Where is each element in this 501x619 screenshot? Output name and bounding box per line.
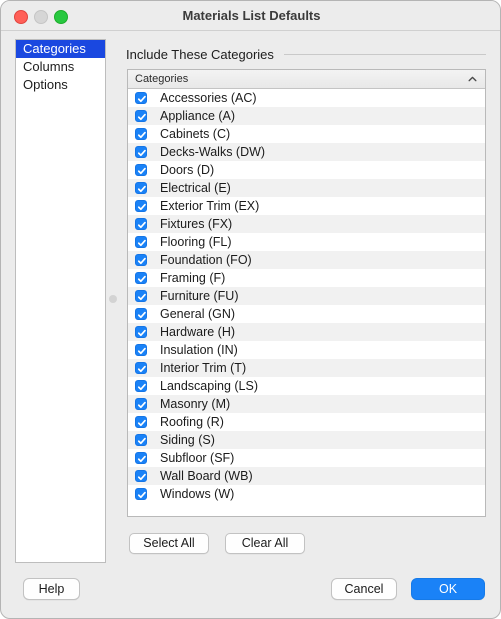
table-row-label: Flooring (FL) — [160, 235, 232, 249]
cancel-button[interactable]: Cancel — [331, 578, 397, 600]
materials-list-defaults-dialog: Materials List Defaults Categories Colum… — [0, 0, 501, 619]
table-row[interactable]: Doors (D) — [128, 161, 485, 179]
table-row[interactable]: Accessories (AC) — [128, 89, 485, 107]
checkbox-checked-icon[interactable] — [135, 92, 147, 104]
table-row-label: Decks-Walks (DW) — [160, 145, 266, 159]
table-row-label: Electrical (E) — [160, 181, 231, 195]
checkbox-checked-icon[interactable] — [135, 272, 147, 284]
table-row-label: Doors (D) — [160, 163, 215, 177]
table-row-label: Furniture (FU) — [160, 289, 239, 303]
table-row[interactable]: Landscaping (LS) — [128, 377, 485, 395]
table-row[interactable]: Framing (F) — [128, 269, 485, 287]
table-row[interactable]: Furniture (FU) — [128, 287, 485, 305]
table-row[interactable]: Appliance (A) — [128, 107, 485, 125]
group-heading: Include These Categories — [126, 45, 486, 63]
checkbox-checked-icon[interactable] — [135, 236, 147, 248]
table-row-label: Cabinets (C) — [160, 127, 231, 141]
table-row[interactable]: Masonry (M) — [128, 395, 485, 413]
table-row-label: Subfloor (SF) — [160, 451, 235, 465]
sidebar-item-categories[interactable]: Categories — [16, 40, 105, 58]
table-row-label: Insulation (IN) — [160, 343, 238, 357]
sidebar-item-columns[interactable]: Columns — [16, 58, 105, 76]
table-row-label: Hardware (H) — [160, 325, 236, 339]
table-row[interactable]: Insulation (IN) — [128, 341, 485, 359]
checkbox-checked-icon[interactable] — [135, 344, 147, 356]
select-all-button[interactable]: Select All — [129, 533, 209, 554]
table-row[interactable]: General (GN) — [128, 305, 485, 323]
checkbox-checked-icon[interactable] — [135, 110, 147, 122]
checkbox-checked-icon[interactable] — [135, 308, 147, 320]
table-row-label: Exterior Trim (EX) — [160, 199, 260, 213]
sidebar-item-label: Options — [23, 77, 68, 92]
checkbox-checked-icon[interactable] — [135, 146, 147, 158]
table-row[interactable]: Foundation (FO) — [128, 251, 485, 269]
sidebar-item-options[interactable]: Options — [16, 76, 105, 94]
table-row[interactable]: Roofing (R) — [128, 413, 485, 431]
table-row-label: Roofing (R) — [160, 415, 224, 429]
table-row[interactable]: Electrical (E) — [128, 179, 485, 197]
column-header-categories[interactable]: Categories — [128, 73, 188, 85]
checkbox-checked-icon[interactable] — [135, 218, 147, 230]
table-row[interactable]: Hardware (H) — [128, 323, 485, 341]
checkbox-checked-icon[interactable] — [135, 254, 147, 266]
table-row[interactable]: Decks-Walks (DW) — [128, 143, 485, 161]
categories-table[interactable]: Categories Accessories (AC) Appliance (A)… — [127, 69, 486, 517]
table-row-label: Appliance (A) — [160, 109, 236, 123]
checkbox-checked-icon[interactable] — [135, 182, 147, 194]
group-heading-rule — [283, 54, 486, 55]
clear-all-button[interactable]: Clear All — [225, 533, 305, 554]
table-row-label: Wall Board (WB) — [160, 469, 253, 483]
table-row[interactable]: Interior Trim (T) — [128, 359, 485, 377]
group-heading-label: Include These Categories — [126, 46, 274, 62]
checkbox-checked-icon[interactable] — [135, 398, 147, 410]
chevron-up-icon[interactable] — [468, 75, 477, 84]
window-title: Materials List Defaults — [182, 8, 321, 23]
table-row[interactable]: Exterior Trim (EX) — [128, 197, 485, 215]
title-bar: Materials List Defaults — [1, 1, 500, 31]
checkbox-checked-icon[interactable] — [135, 290, 147, 302]
table-row-label: Siding (S) — [160, 433, 215, 447]
sidebar-item-label: Categories — [23, 41, 86, 56]
table-row-label: Windows (W) — [160, 487, 235, 501]
sidebar-item-label: Columns — [23, 59, 75, 74]
table-row[interactable]: Siding (S) — [128, 431, 485, 449]
table-row[interactable]: Cabinets (C) — [128, 125, 485, 143]
table-row[interactable]: Windows (W) — [128, 485, 485, 503]
table-row-label: Framing (F) — [160, 271, 226, 285]
checkbox-checked-icon[interactable] — [135, 416, 147, 428]
ok-button[interactable]: OK — [411, 578, 485, 600]
split-resize-handle[interactable] — [109, 295, 117, 303]
checkbox-checked-icon[interactable] — [135, 362, 147, 374]
checkbox-checked-icon[interactable] — [135, 470, 147, 482]
table-body[interactable]: Accessories (AC) Appliance (A) Cabinets (C… — [128, 89, 485, 516]
table-row[interactable]: Fixtures (FX) — [128, 215, 485, 233]
checkbox-checked-icon[interactable] — [135, 200, 147, 212]
table-row[interactable]: Wall Board (WB) — [128, 467, 485, 485]
checkbox-checked-icon[interactable] — [135, 128, 147, 140]
table-row-label: Foundation (FO) — [160, 253, 252, 267]
table-row-label: Accessories (AC) — [160, 91, 257, 105]
table-row-label: Interior Trim (T) — [160, 361, 247, 375]
table-row[interactable]: Subfloor (SF) — [128, 449, 485, 467]
table-row-label: Landscaping (LS) — [160, 379, 258, 393]
table-row-label: General (GN) — [160, 307, 236, 321]
help-button[interactable]: Help — [23, 578, 80, 600]
checkbox-checked-icon[interactable] — [135, 452, 147, 464]
table-row[interactable]: Flooring (FL) — [128, 233, 485, 251]
table-row-label: Fixtures (FX) — [160, 217, 233, 231]
checkbox-checked-icon[interactable] — [135, 488, 147, 500]
checkbox-checked-icon[interactable] — [135, 434, 147, 446]
table-row-label: Masonry (M) — [160, 397, 231, 411]
checkbox-checked-icon[interactable] — [135, 326, 147, 338]
sidebar-list[interactable]: Categories Columns Options — [15, 39, 106, 563]
checkbox-checked-icon[interactable] — [135, 164, 147, 176]
checkbox-checked-icon[interactable] — [135, 380, 147, 392]
table-header-row[interactable]: Categories — [128, 70, 485, 89]
